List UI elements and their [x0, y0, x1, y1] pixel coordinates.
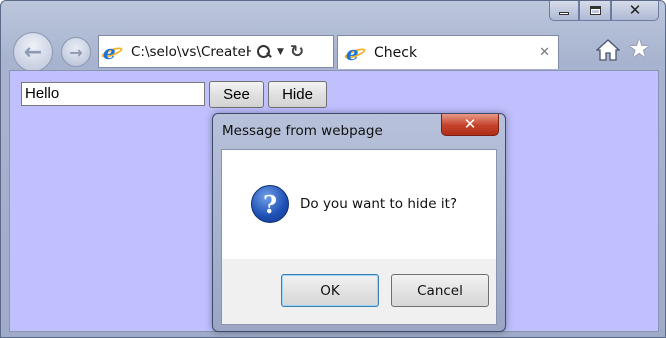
hide-button[interactable]: Hide — [268, 81, 327, 108]
browser-window: ✕ ← → e C:\selo\vs\CreateH ▼ ↻ e Check ✕… — [0, 0, 666, 338]
close-window-button[interactable]: ✕ — [611, 1, 659, 21]
forward-button[interactable]: → — [61, 37, 91, 67]
maximize-button[interactable] — [579, 1, 611, 21]
dialog-title: Message from webpage — [222, 123, 383, 139]
caption-buttons: ✕ — [549, 1, 659, 23]
see-button[interactable]: See — [209, 81, 264, 108]
back-arrow-icon: ← — [23, 39, 43, 65]
dialog-message: Do you want to hide it? — [300, 196, 458, 212]
dialog-close-button[interactable]: ✕ — [441, 114, 499, 136]
refresh-icon[interactable]: ↻ — [290, 42, 304, 62]
ie-page-icon: e — [100, 40, 124, 64]
maximize-icon — [589, 6, 601, 15]
minimize-icon — [559, 12, 569, 15]
cancel-button[interactable]: Cancel — [391, 274, 489, 307]
ok-button[interactable]: OK — [281, 274, 379, 307]
home-icon[interactable] — [596, 39, 620, 61]
forward-arrow-icon: → — [69, 42, 83, 62]
favorites-star-icon[interactable]: ★ — [628, 36, 650, 61]
message-dialog: Message from webpage ✕ ? Do you want to … — [212, 113, 506, 332]
chevron-down-icon[interactable]: ▼ — [277, 47, 284, 57]
tab-check[interactable]: e Check ✕ — [337, 35, 559, 69]
minimize-button[interactable] — [549, 1, 579, 21]
text-input[interactable]: Hello — [21, 82, 205, 106]
search-icon[interactable] — [257, 44, 271, 59]
tab-title: Check — [374, 44, 418, 61]
close-icon: ✕ — [628, 1, 642, 19]
address-text[interactable]: C:\selo\vs\CreateH — [131, 44, 251, 60]
ie-tab-icon: e — [343, 41, 367, 65]
close-icon: ✕ — [463, 115, 477, 133]
back-button[interactable]: ← — [13, 32, 53, 72]
dialog-body: ? Do you want to hide it? OK Cancel — [221, 149, 497, 325]
question-icon: ? — [251, 185, 289, 223]
address-bar[interactable]: e C:\selo\vs\CreateH ▼ ↻ — [98, 35, 334, 68]
tab-close-icon[interactable]: ✕ — [539, 45, 550, 60]
